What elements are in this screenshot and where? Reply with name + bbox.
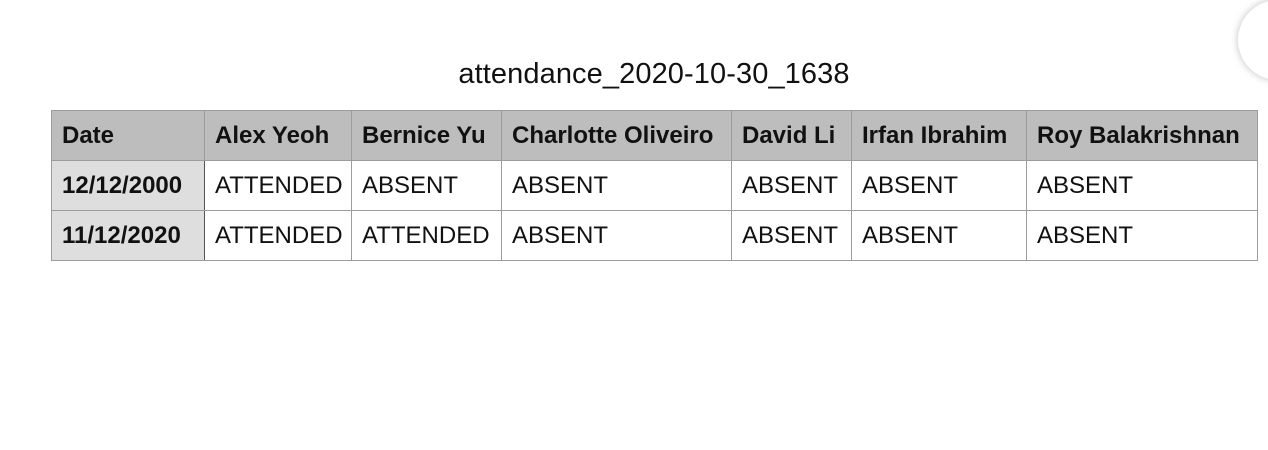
column-header-charlotte-oliveiro: Charlotte Oliveiro	[501, 110, 732, 161]
column-header-alex-yeoh: Alex Yeoh	[204, 110, 352, 161]
attendance-table: Date Alex Yeoh Bernice Yu Charlotte Oliv…	[51, 110, 1258, 261]
table-cell: ABSENT	[1026, 160, 1258, 211]
table-cell: ATTENDED	[351, 210, 502, 261]
column-header-irfan-ibrahim: Irfan Ibrahim	[851, 110, 1027, 161]
column-header-date: Date	[51, 110, 205, 161]
sheet-title: attendance_2020-10-30_1638	[458, 58, 850, 90]
table-cell: ABSENT	[501, 160, 732, 211]
table-cell: ABSENT	[731, 160, 852, 211]
table-cell: ABSENT	[851, 210, 1027, 261]
table-cell: ATTENDED	[204, 160, 352, 211]
column-header-david-li: David Li	[731, 110, 852, 161]
row-date: 12/12/2000	[51, 160, 205, 211]
table-row: 11/12/2020 ATTENDED ATTENDED ABSENT ABSE…	[51, 210, 1258, 261]
column-header-roy-balakrishnan: Roy Balakrishnan	[1026, 110, 1258, 161]
row-date: 11/12/2020	[51, 210, 205, 261]
table-cell: ABSENT	[501, 210, 732, 261]
table-cell: ABSENT	[731, 210, 852, 261]
document-page: attendance_2020-10-30_1638 Date Alex Yeo…	[0, 0, 1268, 450]
table-cell: ABSENT	[1026, 210, 1258, 261]
header-row: Date Alex Yeoh Bernice Yu Charlotte Oliv…	[51, 110, 1258, 161]
table-row: 12/12/2000 ATTENDED ABSENT ABSENT ABSENT…	[51, 160, 1258, 211]
table-cell: ATTENDED	[204, 210, 352, 261]
table-cell: ABSENT	[851, 160, 1027, 211]
column-header-bernice-yu: Bernice Yu	[351, 110, 502, 161]
table-cell: ABSENT	[351, 160, 502, 211]
